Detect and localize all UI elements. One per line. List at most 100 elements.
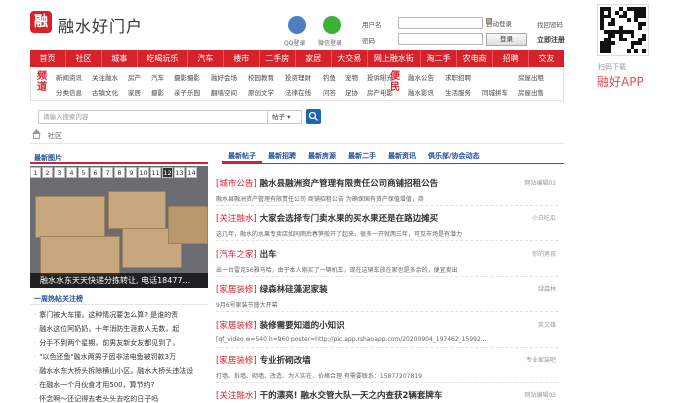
hot-post-link[interactable]: 在融水一个月伙食才用500，算节约? — [34, 380, 208, 390]
slide-number[interactable]: 9 — [126, 167, 137, 178]
slide-number[interactable]: 4 — [66, 167, 77, 178]
channel-link[interactable]: 法律在线 — [285, 87, 323, 97]
article-title-text[interactable]: 绿森林硅藻泥家装 — [260, 285, 328, 295]
tab-latest-secondhand[interactable]: 最新二手 — [342, 148, 382, 163]
convenience-link[interactable]: 生活服务 — [445, 87, 482, 97]
slide-number[interactable]: 13 — [174, 167, 185, 178]
slide-number[interactable]: 14 — [186, 167, 197, 178]
article-tag[interactable]: [家居装修] — [216, 285, 257, 295]
tab-club-news[interactable]: 俱乐部/协会动态 — [422, 148, 486, 163]
slide-number[interactable]: 2 — [42, 167, 53, 178]
remember-checkbox[interactable]: 自动登录 — [486, 18, 512, 28]
nav-item[interactable]: 吃喝玩乐 — [138, 50, 188, 67]
nav-item[interactable]: 网上融水街 — [368, 50, 422, 67]
nav-item[interactable]: 首页 — [30, 50, 66, 67]
username-input[interactable] — [398, 17, 483, 29]
article-title-text[interactable]: 干的漂亮! 融水交管大队一天之内查获2辆套牌车 — [260, 391, 443, 401]
channel-link[interactable]: 新闻资讯 — [56, 72, 92, 82]
nav-item[interactable]: 大交易 — [332, 50, 368, 67]
article-author[interactable]: 绿森林 — [510, 284, 556, 293]
channel-link[interactable]: 房产 — [128, 72, 151, 82]
search-button[interactable] — [306, 109, 321, 124]
hot-post-link[interactable]: 融水这位阿奶奶，十年消防生涯救人无数，起 — [34, 324, 208, 334]
app-name[interactable]: 融好APP — [597, 73, 644, 90]
wechat-login-link[interactable]: 微信登录 — [318, 38, 342, 47]
article-title[interactable]: [关注融水] 大家会选择专门卖水果的买水果还是在路边摊买 — [216, 212, 438, 224]
channel-link[interactable]: 校园教育 — [248, 72, 285, 82]
slide-number[interactable]: 12 — [162, 167, 173, 178]
article-title[interactable]: [家居装修] 装修需要知道的小知识 — [216, 319, 345, 331]
wechat-icon[interactable] — [323, 16, 341, 34]
article-tag[interactable]: [城市公告] — [216, 179, 257, 189]
hot-post-link[interactable]: 融水水东大桥头拆除横山小区，融水大桥头违法设 — [34, 366, 208, 376]
hot-post-link[interactable]: 分手不到两个星期，前男友新女友都见到了， — [34, 338, 208, 348]
slide-number[interactable]: 7 — [102, 167, 113, 178]
slide-number[interactable]: 5 — [78, 167, 89, 178]
article-title[interactable]: [家居装修] 绿森林硅藻泥家装 — [216, 283, 328, 295]
slide-number[interactable]: 10 — [138, 167, 149, 178]
article-author[interactable]: 专业家装吧 — [510, 355, 556, 364]
channel-link[interactable]: 家居 — [128, 87, 151, 97]
article-tag[interactable]: [家居装修] — [216, 321, 257, 331]
channel-link[interactable]: 汽车 — [151, 72, 174, 82]
nav-item[interactable]: 农电商 — [457, 50, 494, 67]
hot-post-link[interactable]: "以色还鱼"融水两男子因非法电鱼被罚款3万 — [34, 352, 208, 362]
slide-caption[interactable]: 融水水东天天快递分拣转让, 电话18477... — [30, 273, 208, 288]
slide-number[interactable]: 1 — [30, 167, 41, 178]
forgot-password-link[interactable]: 找回密码 — [537, 19, 563, 29]
slide-number[interactable]: 6 — [90, 167, 101, 178]
article-title[interactable]: [关注融水] 干的漂亮! 融水交管大队一天之内查获2辆套牌车 — [216, 389, 442, 401]
article-title[interactable]: [城市公告] 融水县融洲资产管理有限责任公司商铺招租公告 — [216, 177, 438, 189]
article-title-text[interactable]: 大家会选择专门卖水果的买水果还是在路边摊买 — [260, 214, 439, 224]
article-author[interactable]: 小白吃瓜 — [510, 213, 556, 222]
channel-link[interactable]: 摄影摄影 — [174, 72, 211, 82]
nav-item[interactable]: 二手房 — [260, 50, 296, 67]
article-title-text[interactable]: 装修需要知道的小知识 — [260, 321, 345, 331]
tab-latest-news[interactable]: 最新资讯 — [382, 148, 422, 163]
nav-item[interactable]: 招聘 — [493, 50, 530, 67]
channel-link[interactable]: 投资理财 — [285, 72, 323, 82]
channel-link[interactable]: 亲子乐园 — [174, 87, 211, 97]
article-author[interactable]: 你的男孩 — [510, 249, 556, 258]
article-title[interactable]: [家居装修] 专业折砌改墙 — [216, 354, 311, 366]
nav-item[interactable]: 汽车 — [188, 50, 224, 67]
article-tag[interactable]: [家居装修] — [216, 356, 257, 366]
article-tag[interactable]: [关注融水] — [216, 214, 257, 224]
latest-images-title[interactable]: 最新图片 — [34, 153, 62, 163]
qq-login-link[interactable]: QQ登录 — [284, 38, 305, 47]
convenience-link[interactable]: 同城拼车 — [482, 87, 518, 97]
article-tag[interactable]: [汽车之家] — [216, 250, 257, 260]
nav-item[interactable]: 楼市 — [224, 50, 260, 67]
convenience-link[interactable]: 融水公告 — [408, 72, 445, 82]
channel-link[interactable]: 关注融水 — [92, 72, 128, 82]
channel-link[interactable]: 原创文学 — [248, 87, 285, 97]
channel-link[interactable]: 钓鱼 — [323, 72, 345, 82]
site-title[interactable]: 融水好门户 — [58, 13, 143, 37]
article-author[interactable]: 英文雄 — [510, 320, 556, 329]
channel-link[interactable]: 宠物 — [345, 72, 367, 82]
slide-number[interactable]: 3 — [54, 167, 65, 178]
login-button[interactable]: 登录 — [486, 33, 527, 46]
image-slideshow[interactable] — [30, 166, 208, 288]
convenience-link[interactable]: 房屋出售 — [518, 87, 554, 97]
slide-number[interactable]: 11 — [150, 167, 161, 178]
nav-item[interactable]: 社区 — [66, 50, 102, 67]
slide-number[interactable]: 8 — [114, 167, 125, 178]
search-input[interactable]: 请输入搜索内容 — [38, 110, 268, 124]
nav-item[interactable]: 家居 — [296, 50, 332, 67]
breadcrumb-item[interactable]: 社区 — [48, 132, 62, 140]
channel-link[interactable]: 足协 — [345, 87, 367, 97]
article-tag[interactable]: [关注融水] — [216, 391, 257, 401]
channel-link[interactable]: 翻墙空间 — [211, 87, 248, 97]
article-author[interactable]: 网站编辑03 — [510, 178, 556, 187]
channel-link[interactable]: 分类信息 — [56, 87, 92, 97]
qq-icon[interactable] — [288, 16, 306, 34]
password-input[interactable] — [398, 33, 483, 45]
tab-latest-posts[interactable]: 最新帖子 — [222, 148, 262, 163]
article-title-text[interactable]: 融水县融洲资产管理有限责任公司商铺招租公告 — [260, 179, 439, 189]
nav-item[interactable]: 淘二手 — [421, 50, 458, 67]
article-title-text[interactable]: 专业折砌改墙 — [260, 356, 311, 366]
channel-link[interactable]: 摄影 — [151, 87, 174, 97]
channel-link[interactable]: 融好会场 — [211, 72, 248, 82]
article-title-text[interactable]: 出车 — [260, 250, 277, 260]
